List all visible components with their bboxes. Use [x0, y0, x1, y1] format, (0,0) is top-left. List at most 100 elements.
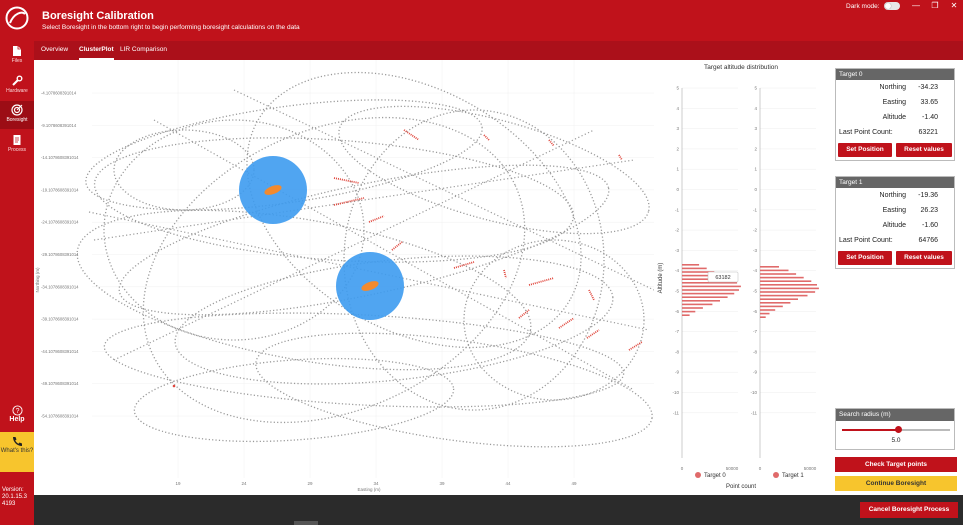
y-tick-label: -24.1078608391014	[41, 220, 79, 225]
point-cluster	[503, 269, 507, 279]
y-tick-label: -2	[753, 228, 757, 233]
check-target-points-button[interactable]: Check Target points	[835, 457, 957, 472]
trajectory-path	[93, 137, 575, 263]
histogram-bar	[682, 285, 741, 288]
question-icon: ?	[11, 405, 23, 416]
button-row: Set Position Reset values	[836, 248, 954, 268]
tab-clusterplot[interactable]: ClusterPlot	[79, 46, 114, 60]
panel-title: Target 0	[836, 69, 954, 80]
easting-value: 33.65	[920, 99, 938, 106]
y-tick-label: 2	[676, 146, 679, 151]
x-tick-label: 50000	[726, 466, 739, 471]
cancel-boresight-button[interactable]: Cancel Boresight Process	[860, 502, 958, 518]
phone-icon	[13, 437, 22, 446]
point-cluster	[586, 329, 600, 339]
tab-overview[interactable]: Overview	[41, 46, 68, 60]
histogram-bar	[760, 280, 812, 282]
scroll-handle[interactable]	[294, 521, 318, 525]
header: Boresight Calibration Select Boresight i…	[34, 0, 963, 41]
legend-marker	[695, 472, 701, 478]
toggle-knob	[885, 3, 891, 9]
y-tick-label: -39.1078608391014	[41, 317, 79, 322]
sidebar: Files Hardware Boresight Process ? Help …	[0, 0, 34, 525]
trajectory-path	[76, 209, 532, 371]
cluster-plot[interactable]: -4.1078608391014 -9.1078608391014 -14.1078…	[34, 60, 654, 495]
easting-row: Easting 26.23	[836, 203, 954, 218]
y-tick-label: 4	[676, 106, 679, 111]
sidebar-item-files[interactable]: Files	[0, 42, 34, 70]
point-cluster	[548, 139, 555, 147]
x-tick-label: 49	[571, 481, 577, 486]
close-button[interactable]: ✕	[947, 1, 961, 11]
y-tick-label: -5	[675, 289, 679, 294]
dark-mode-toggle[interactable]	[884, 2, 900, 10]
search-radius-slider[interactable]	[842, 426, 950, 433]
histogram-bar	[760, 284, 817, 286]
continue-boresight-button[interactable]: Continue Boresight	[835, 476, 957, 491]
point-cluster	[528, 277, 555, 286]
trajectory-path	[103, 119, 365, 341]
northing-row: Northing -34.23	[836, 80, 954, 95]
altitude-row: Altitude -1.60	[836, 218, 954, 233]
y-tick-label: -9.1078608391014	[41, 123, 77, 128]
page-title: Boresight Calibration	[42, 10, 154, 22]
y-tick-label: -6	[675, 309, 679, 314]
y-tick-label: -7	[675, 329, 679, 334]
histogram-bar	[682, 310, 696, 313]
app-logo-icon	[5, 6, 29, 30]
reset-values-button[interactable]: Reset values	[896, 143, 952, 157]
trajectory-path	[338, 105, 650, 235]
y-tick-label: -8	[675, 349, 679, 354]
app-window: Files Hardware Boresight Process ? Help …	[0, 0, 963, 525]
x-tick-label: 19	[175, 481, 181, 486]
maximize-button[interactable]: ❐	[928, 1, 942, 11]
legend-marker	[773, 472, 779, 478]
northing-label: Northing	[879, 84, 906, 91]
footer-bar: Cancel Boresight Process	[34, 495, 963, 525]
trajectory-path	[133, 357, 455, 443]
histogram-x-label: Point count	[726, 484, 756, 490]
point-cluster	[588, 289, 595, 301]
histogram-bar	[760, 266, 779, 268]
y-tick-label: -44.1078608391014	[41, 349, 79, 354]
minimize-button[interactable]: —	[909, 1, 923, 11]
sidebar-item-hardware[interactable]: Hardware	[0, 72, 34, 100]
sidebar-item-boresight[interactable]: Boresight	[0, 101, 34, 129]
altitude-value: -1.60	[922, 222, 938, 229]
sidebar-item-process[interactable]: Process	[0, 131, 34, 159]
y-tick-label: -7	[753, 329, 757, 334]
northing-value: -19.36	[918, 192, 938, 199]
altitude-histogram[interactable]: Target altitude distribution Altitude (m…	[654, 60, 830, 495]
tab-lir-comparison[interactable]: LIR Comparison	[120, 46, 167, 60]
y-tick-label: -3	[753, 248, 757, 253]
x-tick-label: 0	[681, 466, 684, 471]
version-number: 20.1.15.3	[2, 494, 28, 500]
set-position-button[interactable]: Set Position	[838, 143, 892, 157]
slider-thumb[interactable]	[894, 426, 902, 433]
histogram-bar	[760, 316, 766, 318]
y-axis-label: Northing (m)	[35, 267, 40, 293]
reset-values-button[interactable]: Reset values	[896, 251, 952, 265]
northing-row: Northing -19.36	[836, 188, 954, 203]
histogram-bar	[682, 289, 739, 291]
y-tick-label: -11	[673, 410, 680, 415]
point-cluster	[483, 134, 490, 141]
point-count-label: Last Point Count:	[839, 129, 893, 136]
histogram-bar	[682, 292, 735, 295]
histogram-bar	[682, 314, 690, 316]
histogram-bar	[760, 287, 819, 290]
point-count-label: Last Point Count:	[839, 237, 893, 244]
panel-title: Search radius (m)	[836, 409, 954, 421]
y-tick-label: -19.1078608391014	[41, 187, 79, 192]
x-tick-label: 44	[505, 481, 511, 486]
x-tick-label: 50000	[804, 466, 817, 471]
y-tick-label: -4	[753, 268, 757, 273]
whats-this-label: What's this?	[0, 448, 34, 454]
help-button[interactable]: ? Help	[0, 405, 34, 429]
y-tick-label: -5	[753, 289, 757, 294]
whats-this-button[interactable]: What's this?	[0, 432, 34, 472]
y-tick-label: 2	[754, 146, 757, 151]
y-tick-label: 1	[676, 167, 679, 172]
set-position-button[interactable]: Set Position	[838, 251, 892, 265]
trajectory-path	[255, 332, 653, 448]
